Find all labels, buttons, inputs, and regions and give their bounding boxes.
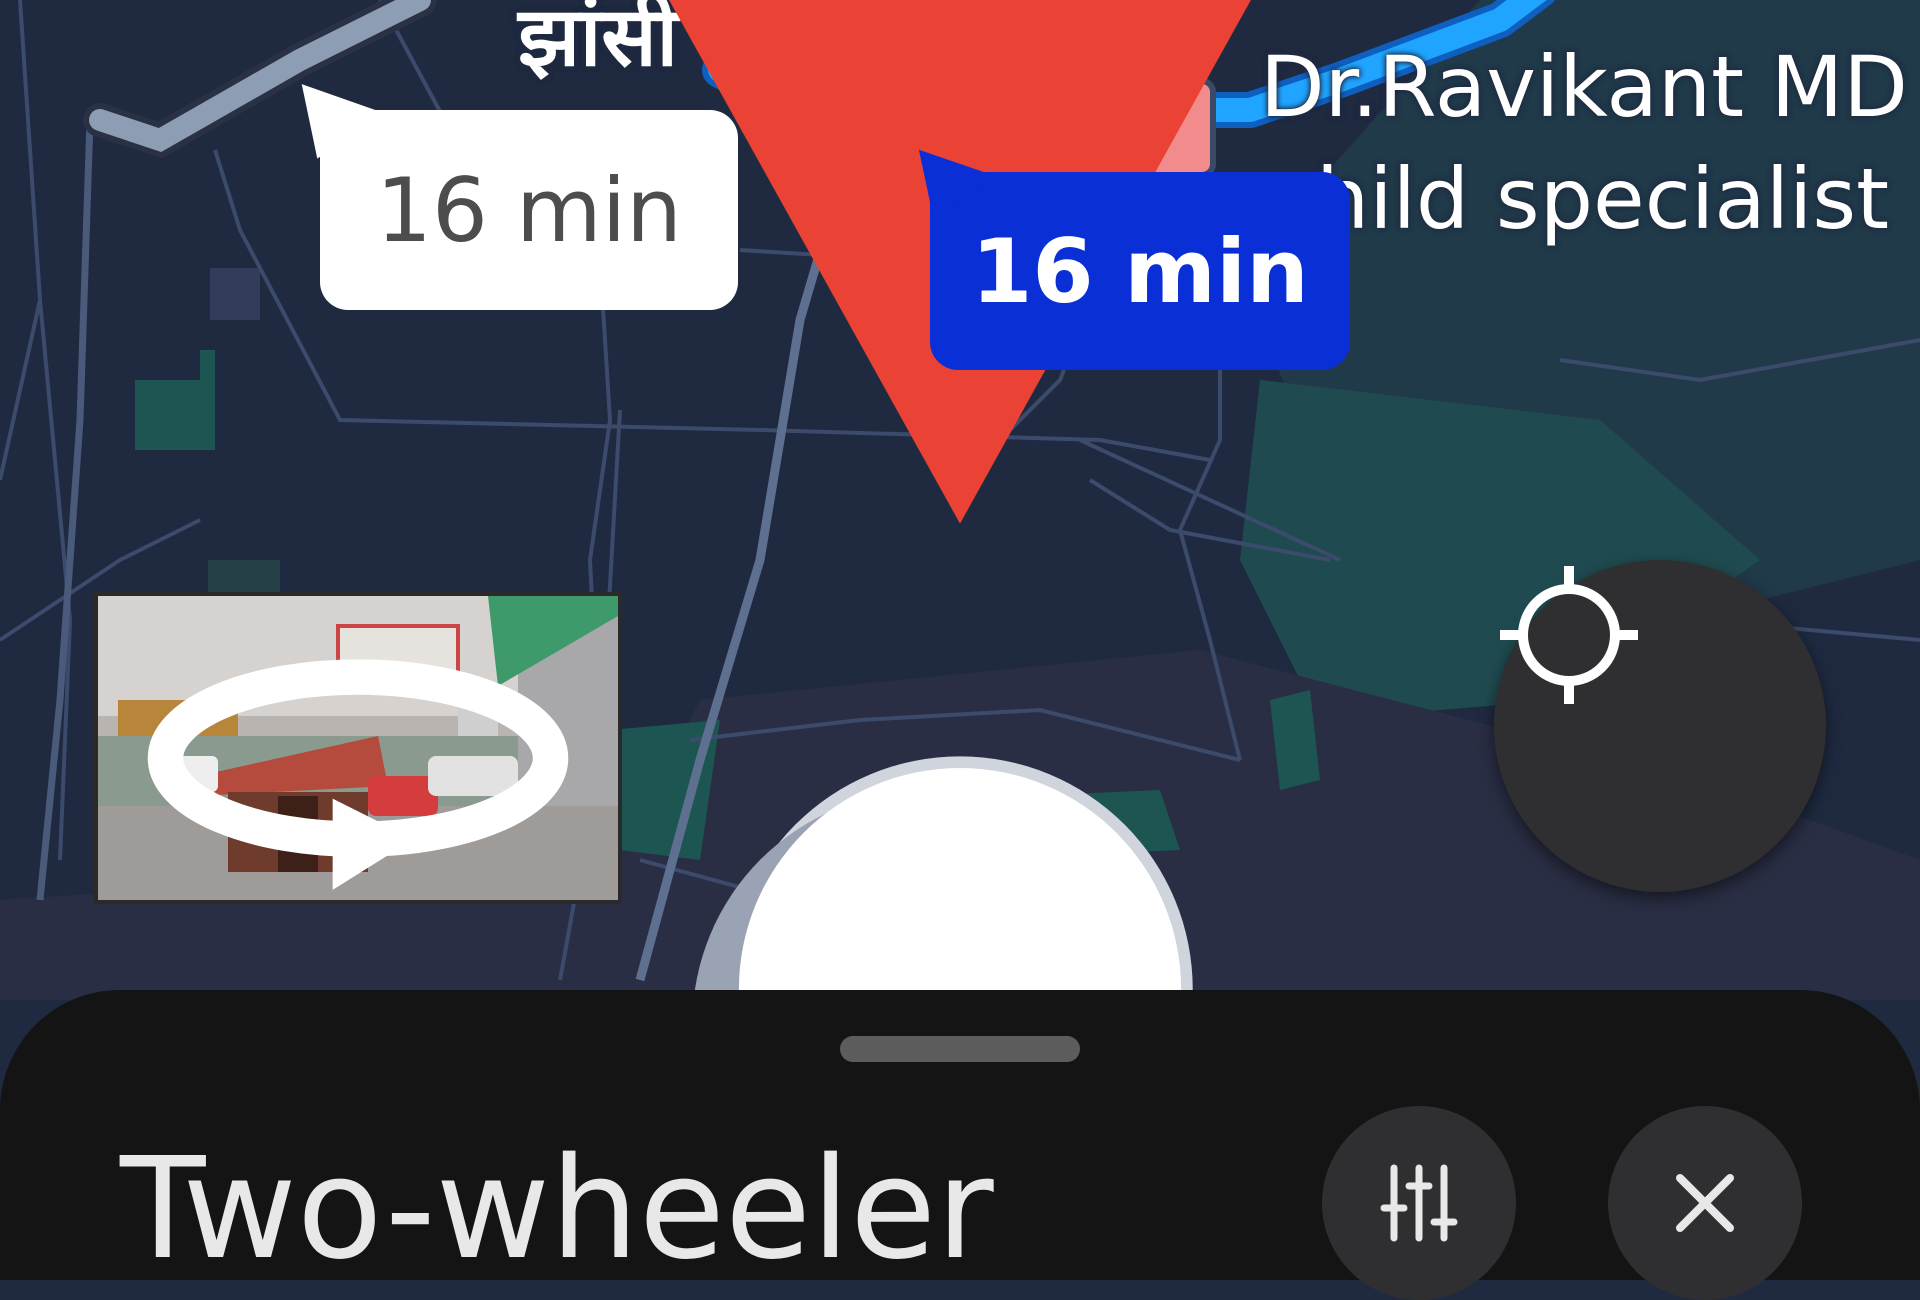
route-chip-primary[interactable]: 16 min [895,122,1350,370]
my-location-button[interactable] [1494,560,1826,892]
directions-bottom-sheet[interactable]: Two-wheeler [0,990,1920,1300]
close-button[interactable] [1608,1106,1802,1300]
sheet-drag-handle[interactable] [840,1036,1080,1062]
close-icon [1676,1174,1734,1232]
street-view-thumbnail[interactable] [94,592,622,904]
route-options-button[interactable] [1322,1106,1516,1300]
route-time-primary: 16 min [971,219,1309,323]
route-chip-alternate[interactable]: 16 min [277,55,738,310]
travel-mode-title: Two-wheeler [120,1128,994,1291]
my-location-icon [1500,566,1638,704]
tune-icon [1380,1164,1458,1242]
street-view-rotate-icon [147,659,569,890]
route-time-alternate: 16 min [376,158,682,262]
